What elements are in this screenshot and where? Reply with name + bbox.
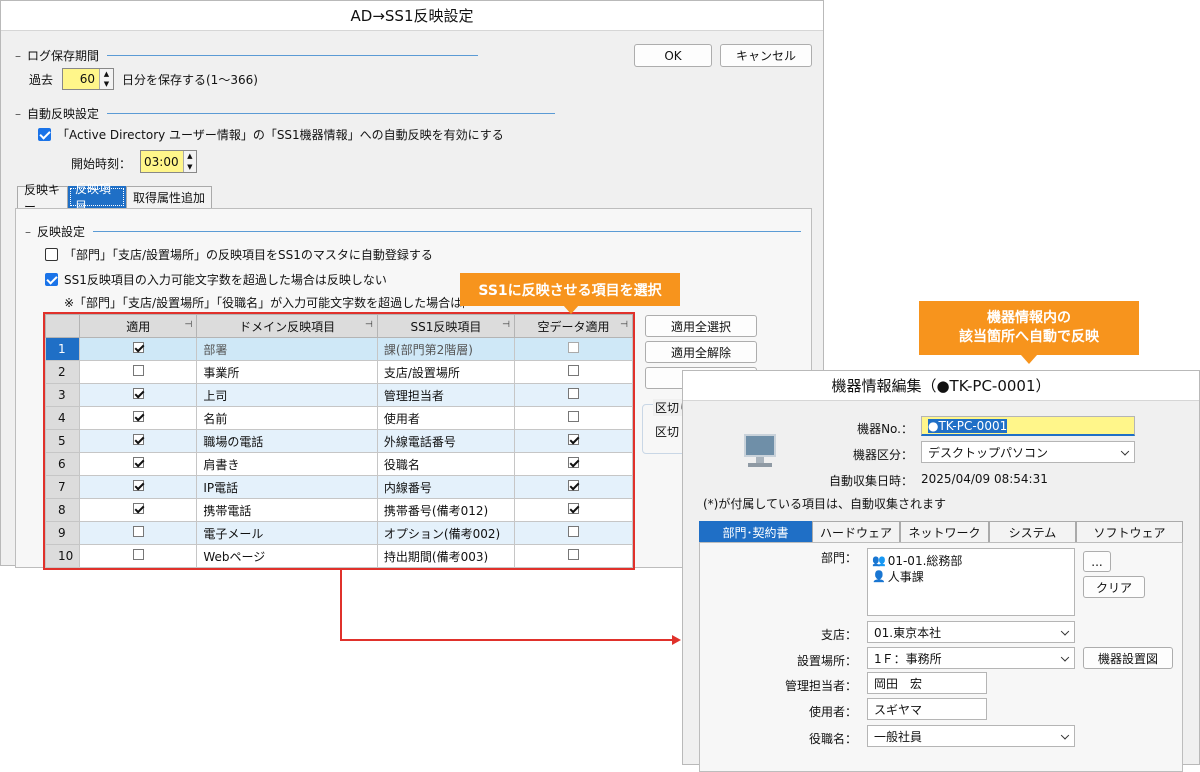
auto-enable-checkbox-row[interactable]: 「Active Directory ユーザー情報」の「SS1機器情報」への自動反… <box>38 126 504 143</box>
dept-browse-button[interactable]: ... <box>1083 551 1111 572</box>
branch-label: 支店： <box>820 628 857 642</box>
table-highlight-box <box>43 312 635 570</box>
start-time-spinner[interactable]: 03:00 ▲ ▼ <box>140 150 197 173</box>
location-value: 1Ｆ：事務所 <box>874 651 942 666</box>
dept-list[interactable]: 👥 01-01.総務部 👤 人事課 <box>867 548 1075 616</box>
connector-line-vertical <box>340 569 342 641</box>
location-select[interactable]: 1Ｆ：事務所 <box>867 647 1075 669</box>
user-label: 使用者： <box>808 705 857 719</box>
manager-field[interactable]: 岡田 宏 <box>867 672 987 694</box>
device-type-select[interactable]: デスクトップパソコン <box>921 441 1135 463</box>
tab-add-attributes[interactable]: 取得属性追加 <box>126 186 212 208</box>
tab-reflect-items[interactable]: 反映項目 <box>68 182 126 213</box>
branch-value: 01.東京本社 <box>874 625 942 640</box>
tab-system[interactable]: システム <box>989 521 1076 543</box>
start-time-label: 開始時刻： <box>71 157 132 171</box>
tab-software[interactable]: ソフトウェア <box>1076 521 1183 543</box>
device-no-field[interactable]: ●TK-PC-0001 <box>921 416 1135 436</box>
opt2-label: SS1反映項目の入力可能文字数を超過した場合は反映しない <box>64 273 387 287</box>
collected-label: 自動収集日時： <box>828 474 913 488</box>
user-field[interactable]: スギヤマ <box>867 698 987 720</box>
location-map-button[interactable]: 機器設置図 <box>1083 647 1173 669</box>
chevron-down-icon[interactable] <box>1060 627 1070 636</box>
auto-reflect-callout: 機器情報内の 該当箇所へ自動で反映 <box>919 301 1139 355</box>
log-suffix-label: 日分を保存する(1〜366) <box>122 73 258 87</box>
branch-select[interactable]: 01.東京本社 <box>867 621 1075 643</box>
dialog-title: AD→SS1反映設定 <box>1 1 823 31</box>
device-dialog-title: 機器情報編集（●TK-PC-0001） <box>683 371 1199 401</box>
user-icon: 👤 <box>872 569 886 583</box>
select-all-button[interactable]: 適用全選択 <box>645 315 757 337</box>
location-label: 設置場所： <box>796 654 857 668</box>
chevron-down-icon[interactable] <box>1060 731 1070 740</box>
manager-label: 管理担当者： <box>784 679 857 693</box>
group-users-icon: 👥 <box>872 553 886 567</box>
manager-value: 岡田 宏 <box>874 676 923 691</box>
opt1-checkbox-row[interactable]: 「部門」「支店/設置場所」の反映項目をSS1のマスタに自動登録する <box>45 246 433 263</box>
tab-dept-contract[interactable]: 部門･契約書 <box>699 521 812 543</box>
reflect-group-header: – 反映設定 <box>25 223 801 240</box>
device-type-value: デスクトップパソコン <box>928 445 1049 460</box>
callout-pointer <box>563 305 579 314</box>
position-select[interactable]: 一般社員 <box>867 725 1075 747</box>
dept-item-label: 人事課 <box>887 569 924 584</box>
log-group-header: – ログ保存期間 <box>15 47 478 64</box>
log-prefix-label: 過去 <box>29 73 54 87</box>
tab-hardware[interactable]: ハードウェア <box>812 521 900 543</box>
device-type-label: 機器区分： <box>852 448 913 462</box>
desktop-pc-icon <box>742 434 778 470</box>
auto-collect-note: (*)が付属している項目は、自動収集されます <box>703 497 947 511</box>
ok-button[interactable]: OK <box>634 44 712 67</box>
dept-label: 部門： <box>820 551 857 565</box>
opt1-label: 「部門」「支店/設置場所」の反映項目をSS1のマスタに自動登録する <box>64 248 433 262</box>
position-value: 一般社員 <box>874 729 923 744</box>
connector-line-horizontal <box>340 639 674 641</box>
length-note: ※「部門」「支店/設置場所」「役職名」が入力可能文字数を超過した場合は設定 <box>64 296 464 310</box>
log-days-spinner[interactable]: 60 ▲ ▼ <box>62 68 114 90</box>
user-value: スギヤマ <box>874 702 923 717</box>
auto-group-title: 自動反映設定 <box>27 107 100 121</box>
deselect-all-button[interactable]: 適用全解除 <box>645 341 757 363</box>
spinner-arrows-icon[interactable]: ▲ ▼ <box>182 151 196 172</box>
callout-pointer <box>1021 355 1037 364</box>
opt2-checkbox-row[interactable]: SS1反映項目の入力可能文字数を超過した場合は反映しない <box>45 271 387 288</box>
cancel-button[interactable]: キャンセル <box>720 44 812 67</box>
spinner-arrows-icon[interactable]: ▲ ▼ <box>99 69 113 89</box>
opt1-checkbox[interactable] <box>45 248 58 261</box>
list-item[interactable]: 👥 01-01.総務部 <box>872 552 1070 568</box>
log-days-value: 60 <box>79 72 95 86</box>
device-edit-dialog: 機器情報編集（●TK-PC-0001） 機器No.： ●TK-PC-0001 機… <box>682 370 1200 772</box>
auto-enable-checkbox[interactable] <box>38 128 51 141</box>
reflect-group-title: 反映設定 <box>37 225 86 239</box>
delimiter-label-2: 区切 <box>655 425 680 439</box>
auto-enable-label: 「Active Directory ユーザー情報」の「SS1機器情報」への自動反… <box>57 128 504 142</box>
opt2-checkbox[interactable] <box>45 273 58 286</box>
auto-group-header: – 自動反映設定 <box>15 105 555 122</box>
position-label: 役職名： <box>808 732 857 746</box>
device-no-label: 機器No.： <box>857 422 913 436</box>
start-time-value: 03:00 <box>144 154 179 169</box>
chevron-down-icon[interactable] <box>1120 447 1130 456</box>
chevron-down-icon[interactable] <box>1060 653 1070 662</box>
dept-clear-button[interactable]: クリア <box>1083 576 1145 598</box>
collected-value: 2025/04/09 08:54:31 <box>921 472 1048 486</box>
select-items-callout: SS1に反映させる項目を選択 <box>460 273 680 306</box>
tab-reflect-key[interactable]: 反映キー <box>17 183 68 214</box>
dept-item-label: 01-01.総務部 <box>887 553 963 568</box>
list-item[interactable]: 👤 人事課 <box>872 568 1070 584</box>
log-group-title: ログ保存期間 <box>27 49 100 63</box>
device-no-value: ●TK-PC-0001 <box>928 418 1008 433</box>
connector-arrow-icon <box>672 635 681 645</box>
tab-network[interactable]: ネットワーク <box>900 521 989 543</box>
